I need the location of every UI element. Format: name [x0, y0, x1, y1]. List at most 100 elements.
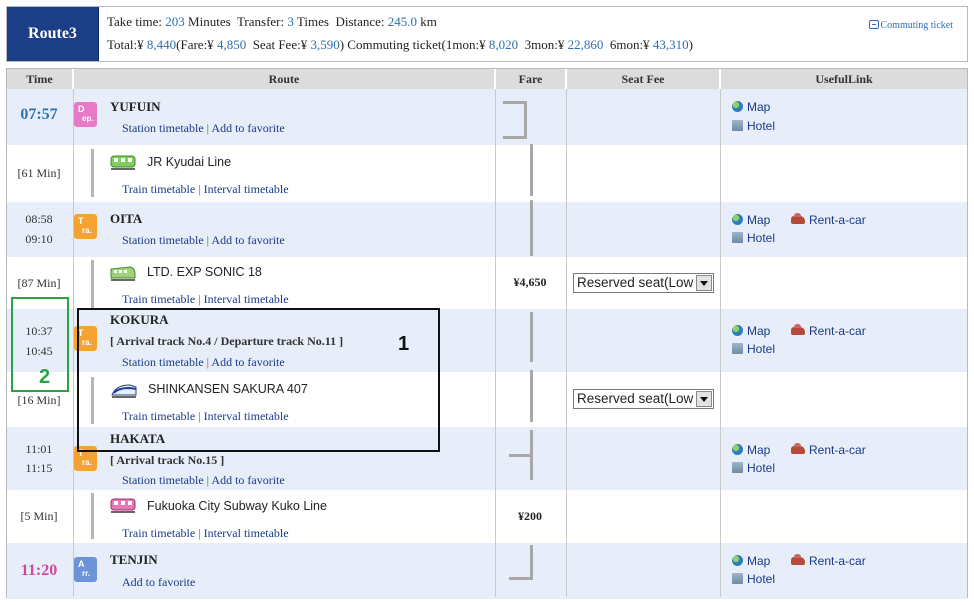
globe-icon — [732, 325, 743, 336]
segment-duration: [87 Min] — [17, 276, 61, 290]
subway-train-icon — [110, 498, 136, 513]
take-time-label: Take time: — [107, 14, 163, 29]
add-to-favorite-link[interactable]: Add to favorite — [211, 121, 284, 135]
seatfee-label: Seat Fee:¥ — [252, 37, 308, 52]
transfer-label: Transfer: — [236, 14, 285, 29]
total-value: 8,440 — [146, 37, 177, 52]
ticket-icon — [868, 20, 879, 29]
local-train-icon — [110, 155, 136, 170]
add-to-favorite-link[interactable]: Add to favorite — [211, 233, 284, 247]
station-row-yufuin — [7, 89, 967, 145]
segment-fare: ¥200 — [518, 509, 542, 523]
segment-line-bar — [91, 493, 94, 539]
track-info: [ Arrival track No.15 ] — [110, 453, 225, 467]
rent-a-car-link[interactable]: Rent-a-car — [791, 554, 866, 568]
segment-line-bar — [91, 260, 94, 308]
close-paren: ) — [688, 37, 693, 52]
map-link[interactable]: Map — [732, 324, 770, 338]
fare-bracket — [509, 545, 533, 580]
route-number-badge: Route3 — [7, 7, 99, 61]
hotel-link[interactable]: Hotel — [732, 342, 775, 356]
departure-time: 09:10 — [25, 232, 53, 246]
commuting-ticket-link[interactable]: Commuting ticket — [868, 20, 954, 31]
map-link[interactable]: Map — [732, 443, 770, 457]
minutes-label: Minutes — [188, 14, 231, 29]
map-link[interactable]: Map — [732, 554, 770, 568]
departure-badge: Dep. — [74, 102, 97, 127]
departure-time: 07:57 — [20, 106, 58, 123]
station-name-tenjin[interactable]: TENJIN — [110, 552, 158, 568]
train-timetable-link[interactable]: Train timetable — [122, 526, 195, 540]
transfer-badge: Tra. — [74, 214, 97, 239]
distance-label: Distance: — [335, 14, 385, 29]
total-label: Total:¥ — [107, 37, 144, 52]
chevron-down-icon[interactable] — [696, 391, 712, 407]
commuting-6mon-value: 43,310 — [652, 37, 689, 52]
segment-line-bar — [91, 149, 94, 197]
interval-timetable-link[interactable]: Interval timetable — [204, 182, 289, 196]
hotel-icon — [732, 120, 743, 131]
add-to-favorite-link[interactable]: Add to favorite — [122, 575, 195, 589]
rent-a-car-link[interactable]: Rent-a-car — [791, 213, 866, 227]
summary-line-1: Take time: 203 Minutes Transfer: 3 Times… — [107, 14, 437, 30]
annotation-box-1 — [77, 308, 440, 452]
annotation-label-1: 1 — [398, 333, 410, 355]
train-timetable-link[interactable]: Train timetable — [122, 182, 195, 196]
fare-bracket-line — [530, 200, 533, 256]
seatfee-value: 3,590 — [310, 37, 340, 52]
fare-bracket-line — [530, 144, 533, 196]
hotel-link[interactable]: Hotel — [732, 461, 775, 475]
globe-icon — [732, 214, 743, 225]
hotel-icon — [732, 573, 743, 584]
train-links: Train timetable | Interval timetable — [122, 526, 289, 540]
station-timetable-link[interactable]: Station timetable — [122, 121, 204, 135]
column-header-fare: Fare — [496, 69, 566, 89]
station-name-oita[interactable]: OITA — [110, 211, 142, 227]
hotel-link[interactable]: Hotel — [732, 572, 775, 586]
annotation-label-2: 2 — [39, 366, 51, 388]
segment-fare: ¥4,650 — [513, 275, 547, 289]
hotel-icon — [732, 232, 743, 243]
column-header-seat-fee: Seat Fee — [567, 69, 720, 89]
train-links: Train timetable | Interval timetable — [122, 182, 289, 196]
seat-type-select[interactable]: Reserved seat(Low — [573, 389, 714, 409]
seat-type-select[interactable]: Reserved seat(Low — [573, 273, 714, 293]
rent-a-car-link[interactable]: Rent-a-car — [791, 443, 866, 457]
commuting-label: ) Commuting ticket(1mon:¥ — [339, 37, 486, 52]
fare-bracket-divider — [509, 454, 531, 457]
hotel-link[interactable]: Hotel — [732, 231, 775, 245]
arrival-time: 08:58 — [25, 212, 53, 226]
station-links-yufuin: Station timetable | Add to favorite — [122, 121, 285, 135]
commuting-ticket-link-text: Commuting ticket — [880, 20, 954, 31]
line-name[interactable]: Fukuoka City Subway Kuko Line — [147, 499, 327, 513]
fare-bracket-line — [530, 370, 533, 422]
segment-duration: [61 Min] — [17, 166, 61, 180]
hotel-link[interactable]: Hotel — [732, 119, 775, 133]
interval-timetable-link[interactable]: Interval timetable — [204, 526, 289, 540]
train-timetable-link[interactable]: Train timetable — [122, 292, 195, 306]
map-link[interactable]: Map — [732, 100, 770, 114]
train-links: Train timetable | Interval timetable — [122, 292, 289, 306]
add-to-favorite-link[interactable]: Add to favorite — [211, 473, 284, 487]
car-icon — [791, 213, 805, 224]
commuting-6mon-label: 6mon:¥ — [609, 37, 650, 52]
station-timetable-link[interactable]: Station timetable — [122, 233, 204, 247]
line-name[interactable]: LTD. EXP SONIC 18 — [147, 265, 262, 279]
segment-duration: [16 Min] — [17, 393, 61, 407]
line-name[interactable]: JR Kyudai Line — [147, 155, 231, 169]
route-summary-header: Route3 Take time: 203 Minutes Transfer: … — [6, 6, 968, 62]
globe-icon — [732, 555, 743, 566]
interval-timetable-link[interactable]: Interval timetable — [204, 292, 289, 306]
segment-duration: [5 Min] — [20, 509, 58, 523]
chevron-down-icon[interactable] — [696, 275, 712, 291]
fare-bracket-line — [530, 312, 533, 362]
station-name-yufuin[interactable]: YUFUIN — [110, 99, 161, 115]
car-icon — [791, 443, 805, 454]
fare-label: (Fare:¥ — [176, 37, 214, 52]
take-time-value: 203 — [165, 14, 185, 29]
rent-a-car-link[interactable]: Rent-a-car — [791, 324, 866, 338]
station-timetable-link[interactable]: Station timetable — [122, 473, 204, 487]
fare-value: 4,850 — [216, 37, 247, 52]
station-links-oita: Station timetable | Add to favorite — [122, 233, 285, 247]
map-link[interactable]: Map — [732, 213, 770, 227]
